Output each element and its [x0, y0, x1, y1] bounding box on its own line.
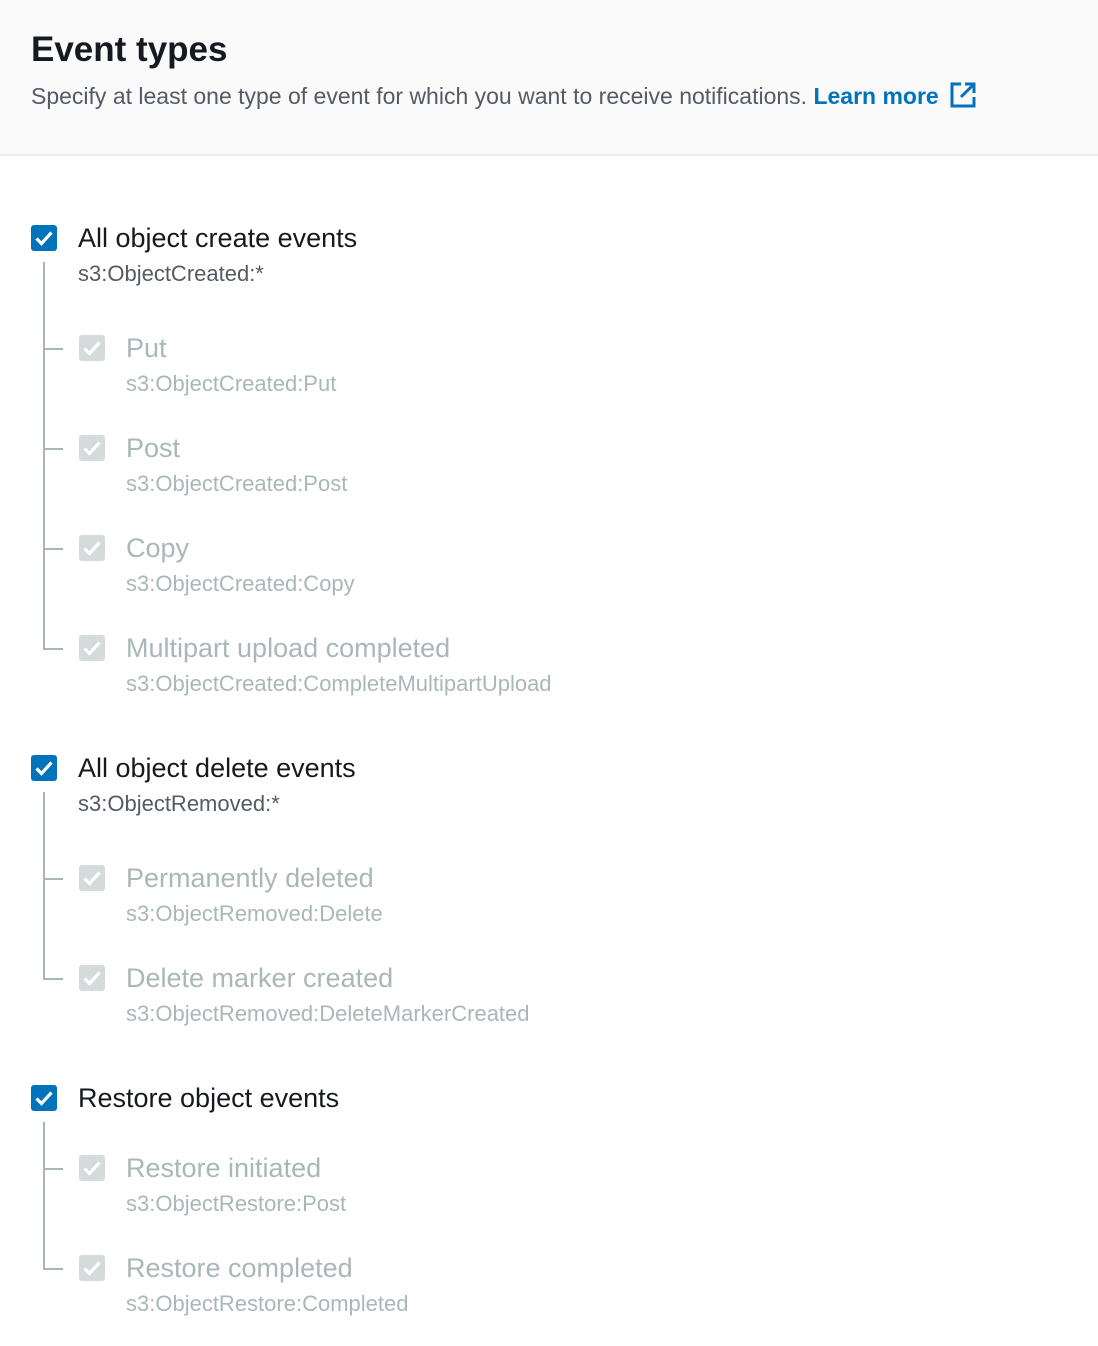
checkbox-copy[interactable]	[79, 535, 105, 561]
checkbox-label[interactable]: Copy	[126, 531, 189, 565]
checkbox-all-object-create-events[interactable]	[31, 225, 57, 251]
checkbox-restore-completed[interactable]	[79, 1255, 105, 1281]
checkbox-post[interactable]	[79, 435, 105, 461]
event-code: s3:ObjectRemoved:DeleteMarkerCreated	[126, 1001, 530, 1026]
checkbox-label[interactable]: Restore completed	[126, 1251, 353, 1285]
event-code: s3:ObjectCreated:Copy	[126, 571, 355, 596]
description-text: Specify at least one type of event for w…	[31, 83, 808, 109]
external-link-icon[interactable]	[949, 81, 977, 109]
checkbox-delete-marker-created[interactable]	[79, 965, 105, 991]
checkbox-label[interactable]: Delete marker created	[126, 961, 393, 995]
tree-branch	[43, 1168, 63, 1170]
page-title: Event types	[31, 30, 228, 69]
event-code: s3:ObjectRestore:Completed	[126, 1291, 409, 1316]
checkbox-put[interactable]	[79, 335, 105, 361]
tree-branch	[43, 978, 63, 980]
checkbox-label[interactable]: Permanently deleted	[126, 861, 374, 895]
tree-line	[43, 792, 45, 980]
section-description: Specify at least one type of event for w…	[31, 80, 977, 112]
event-code: s3:ObjectRestore:Post	[126, 1191, 347, 1216]
tree-branch	[43, 448, 63, 450]
event-code: s3:ObjectRemoved:Delete	[126, 901, 383, 926]
checkbox-label[interactable]: All object delete events	[78, 751, 356, 785]
checkbox-restore-initiated[interactable]	[79, 1155, 105, 1181]
checkbox-label[interactable]: Restore initiated	[126, 1151, 321, 1185]
checkbox-restore-object-events[interactable]	[31, 1085, 57, 1111]
checkbox-label[interactable]: Put	[126, 331, 167, 365]
tree-branch	[43, 348, 63, 350]
checkbox-label[interactable]: All object create events	[78, 221, 357, 255]
tree-line	[43, 262, 45, 650]
event-code: s3:ObjectCreated:CompleteMultipartUpload	[126, 671, 552, 696]
checkbox-label[interactable]: Multipart upload completed	[126, 631, 450, 665]
event-code: s3:ObjectCreated:Post	[126, 471, 348, 496]
event-code: s3:ObjectCreated:*	[78, 261, 264, 286]
tree-line	[43, 1122, 45, 1270]
checkbox-permanently-deleted[interactable]	[79, 865, 105, 891]
tree-branch	[43, 648, 63, 650]
checkbox-multipart-upload-completed[interactable]	[79, 635, 105, 661]
tree-branch	[43, 548, 63, 550]
tree-branch	[43, 878, 63, 880]
event-code: s3:ObjectRemoved:*	[78, 791, 280, 816]
checkbox-label[interactable]: Restore object events	[78, 1081, 339, 1115]
event-code: s3:ObjectCreated:Put	[126, 371, 337, 396]
section-header: Event types Specify at least one type of…	[0, 0, 1098, 156]
tree-branch	[43, 1268, 63, 1270]
checkbox-all-object-delete-events[interactable]	[31, 755, 57, 781]
checkbox-label[interactable]: Post	[126, 431, 180, 465]
learn-more-link[interactable]: Learn more	[813, 83, 938, 109]
